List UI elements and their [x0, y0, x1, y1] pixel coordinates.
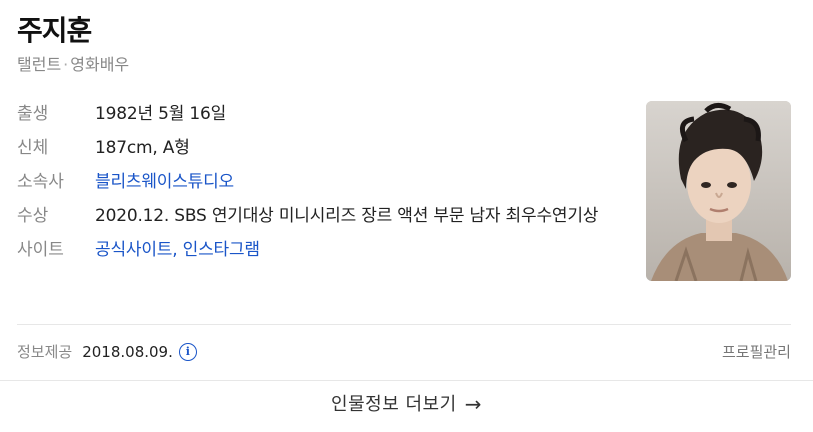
info-row-agency: 소속사 블리츠웨이스튜디오 — [17, 165, 637, 199]
more-info-label: 인물정보 더보기 — [331, 394, 457, 415]
site-separator: , — [172, 240, 178, 260]
agency-link[interactable]: 블리츠웨이스튜디오 — [95, 172, 234, 192]
arrow-right-icon: → — [464, 392, 482, 416]
category-separator: · — [63, 55, 69, 74]
info-row-body: 신체 187cm, A형 — [17, 131, 637, 165]
info-row-site: 사이트 공식사이트, 인스타그램 — [17, 233, 637, 267]
instagram-link[interactable]: 인스타그램 — [183, 240, 260, 260]
info-label-birth: 출생 — [17, 104, 49, 124]
more-info-button[interactable]: 인물정보 더보기 → — [0, 390, 813, 416]
divider-top — [17, 324, 791, 325]
profile-photo[interactable] — [646, 101, 791, 281]
category-1: 영화배우 — [70, 55, 130, 74]
info-value-birth: 1982년 5월 16일 — [95, 104, 227, 124]
info-value-body: 187cm, A형 — [95, 138, 190, 158]
info-value-award: 2020.12. SBS 연기대상 미니시리즈 장르 액션 부문 남자 최우수연… — [95, 206, 599, 226]
source-label: 정보제공 — [17, 343, 73, 361]
info-label-award: 수상 — [17, 206, 49, 226]
category-0: 탤런트 — [17, 55, 62, 74]
info-label-site: 사이트 — [17, 240, 64, 260]
official-site-link[interactable]: 공식사이트 — [95, 240, 172, 260]
divider-bottom — [0, 380, 813, 381]
info-row-birth: 출생 1982년 5월 16일 — [17, 97, 637, 131]
source-date: 2018.08.09. — [82, 342, 173, 361]
info-label-agency: 소속사 — [17, 172, 64, 192]
info-table: 출생 1982년 5월 16일 신체 187cm, A형 소속사 블리츠웨이스튜… — [17, 97, 637, 267]
info-label-body: 신체 — [17, 138, 49, 158]
info-row-award: 수상 2020.12. SBS 연기대상 미니시리즈 장르 액션 부문 남자 최… — [17, 199, 637, 233]
info-circle-icon[interactable]: i — [178, 342, 197, 361]
person-name: 주지훈 — [17, 14, 92, 47]
person-categories: 탤런트 · 영화배우 — [17, 51, 129, 75]
profile-manage-link[interactable]: 프로필관리 — [722, 341, 791, 362]
source-info: 정보제공 2018.08.09. i — [17, 341, 197, 362]
portrait-image — [646, 101, 791, 281]
